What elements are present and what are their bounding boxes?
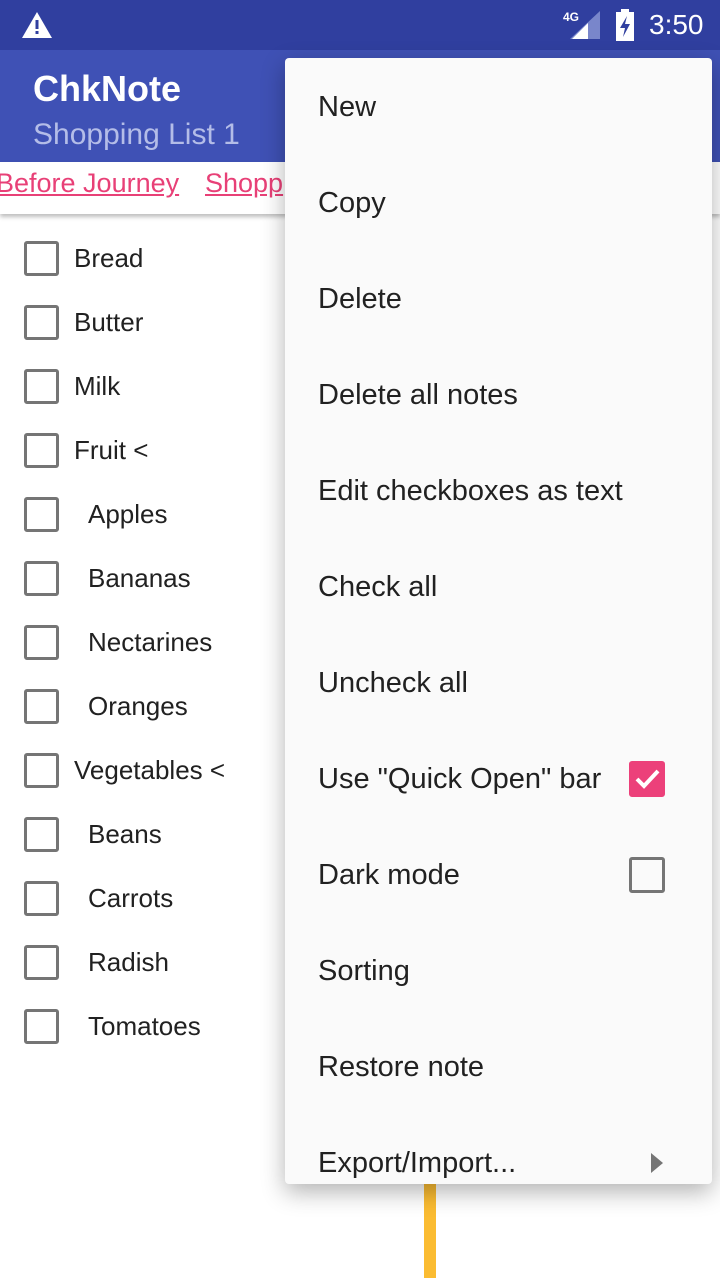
checkbox[interactable] (24, 816, 59, 852)
menu-item[interactable]: Uncheck all (285, 635, 712, 731)
menu-item[interactable]: Sorting (285, 923, 712, 1019)
checkbox[interactable] (24, 240, 59, 276)
item-label[interactable]: Beans (88, 819, 162, 850)
app-title: ChkNote (33, 68, 182, 109)
battery-charging-icon (616, 9, 634, 41)
status-bar: 4G 3:50 (0, 0, 720, 50)
checkbox[interactable] (24, 496, 59, 532)
item-label[interactable]: Oranges (88, 691, 188, 722)
menu-item-label: Delete (318, 282, 402, 315)
checklist-item[interactable]: Carrots (0, 866, 280, 930)
menu-item[interactable]: Copy (285, 155, 712, 251)
note-title: Shopping List 1 (33, 118, 240, 151)
checkbox[interactable] (24, 880, 59, 916)
checklist-item[interactable]: Nectarines (0, 610, 280, 674)
menu-item-label: Export/Import... (318, 1146, 517, 1179)
menu-item[interactable]: Edit checkboxes as text (285, 443, 712, 539)
checklist-item[interactable]: Radish (0, 930, 280, 994)
checklist-item[interactable]: Tomatoes (0, 994, 280, 1058)
menu-item-label: Sorting (318, 954, 410, 987)
item-label[interactable]: Bread (74, 243, 143, 274)
checkbox[interactable] (24, 432, 59, 468)
checklist-item[interactable]: Milk (0, 354, 280, 418)
menu-item[interactable]: Use "Quick Open" bar (285, 731, 712, 827)
item-label[interactable]: Radish (88, 947, 169, 978)
submenu-arrow-icon (651, 1153, 663, 1173)
signal-icon (570, 11, 600, 39)
menu-item-label: Check all (318, 570, 438, 603)
menu-item[interactable]: Delete (285, 251, 712, 347)
item-label[interactable]: Apples (88, 499, 168, 530)
item-label[interactable]: Vegetables < (74, 755, 225, 786)
checkbox[interactable] (24, 368, 59, 404)
menu-item[interactable]: Export/Import... (285, 1115, 712, 1184)
item-label[interactable]: Carrots (88, 883, 173, 914)
menu-item[interactable]: Restore note (285, 1019, 712, 1115)
checkbox[interactable] (24, 1008, 59, 1044)
menu-item-label: New (318, 90, 377, 123)
menu-item-label: Uncheck all (318, 666, 468, 699)
menu-item-label: Delete all notes (318, 378, 518, 411)
menu-item[interactable]: Check all (285, 539, 712, 635)
item-label[interactable]: Tomatoes (88, 1011, 201, 1042)
checkbox[interactable] (24, 944, 59, 980)
checklist-item[interactable]: Beans (0, 802, 280, 866)
overflow-menu: New Copy Delete Delete all notes Edit checkb… (285, 58, 712, 1184)
clock: 3:50 (649, 9, 704, 40)
item-label[interactable]: Bananas (88, 563, 191, 594)
checkbox[interactable] (24, 304, 59, 340)
item-label[interactable]: Fruit < (74, 435, 148, 466)
checklist-item[interactable]: Apples (0, 482, 280, 546)
quick-open-tab[interactable]: Shopp (205, 168, 283, 199)
quick-open-tab[interactable]: Before Journey (0, 168, 179, 199)
item-label[interactable]: Butter (74, 307, 143, 338)
warning-icon (22, 12, 52, 38)
checklist-item[interactable]: Bread (0, 226, 280, 290)
item-label[interactable]: Milk (74, 371, 120, 402)
checklist-item[interactable]: Fruit < (0, 418, 280, 482)
menu-item-label: Copy (318, 186, 386, 219)
checkbox[interactable] (24, 752, 59, 788)
checkbox-checked[interactable] (629, 761, 665, 797)
checklist-item[interactable]: Oranges (0, 674, 280, 738)
menu-item-label: Restore note (318, 1050, 485, 1083)
checkbox[interactable] (24, 560, 59, 596)
checkbox[interactable] (24, 688, 59, 724)
item-label[interactable]: Nectarines (88, 627, 212, 658)
checkbox[interactable] (24, 624, 59, 660)
checklist-item[interactable]: Vegetables < (0, 738, 280, 802)
checklist-item[interactable]: Bananas (0, 546, 280, 610)
menu-item-label: Dark mode (318, 858, 460, 891)
text-cursor-handle[interactable] (424, 1184, 436, 1278)
menu-item[interactable]: New (285, 59, 712, 155)
menu-item[interactable]: Dark mode (285, 827, 712, 923)
checkbox[interactable] (629, 857, 665, 893)
menu-item[interactable]: Delete all notes (285, 347, 712, 443)
menu-item-label: Edit checkboxes as text (318, 474, 623, 507)
checklist-item[interactable]: Butter (0, 290, 280, 354)
menu-item-label: Use "Quick Open" bar (318, 762, 602, 795)
check-icon (635, 769, 660, 789)
